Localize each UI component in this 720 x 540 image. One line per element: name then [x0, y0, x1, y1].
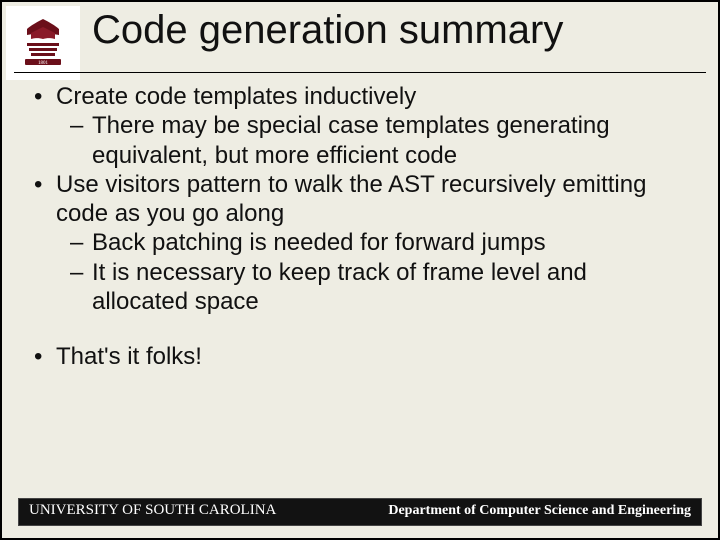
- bullet-3-text: That's it folks!: [56, 342, 202, 371]
- footer-university: UNIVERSITY OF SOUTH CAROLINA: [29, 502, 276, 519]
- slide-title: Code generation summary: [92, 8, 698, 53]
- bullet-marker: •: [34, 342, 56, 371]
- bullet-3: • That's it folks!: [34, 342, 688, 371]
- bullet-marker: •: [34, 170, 56, 229]
- dash-marker: –: [70, 111, 92, 170]
- footer-bar: UNIVERSITY OF SOUTH CAROLINA Department …: [18, 494, 702, 526]
- footer-department: Department of Computer Science and Engin…: [388, 503, 691, 519]
- bullet-marker: •: [34, 82, 56, 111]
- bullet-2-sub-1-text: Back patching is needed for forward jump…: [92, 228, 546, 257]
- bullet-1: • Create code templates inductively: [34, 82, 688, 111]
- bullet-2-sub-1: – Back patching is needed for forward ju…: [34, 228, 688, 257]
- footer-main: UNIVERSITY OF SOUTH CAROLINA Department …: [18, 498, 702, 526]
- university-seal-logo: 1801: [6, 6, 80, 80]
- bullet-2-sub-2-text: It is necessary to keep track of frame l…: [92, 258, 688, 317]
- bullet-1-sub-1: – There may be special case templates ge…: [34, 111, 688, 170]
- bullet-1-text: Create code templates inductively: [56, 82, 416, 111]
- bullet-1-sub-1-text: There may be special case templates gene…: [92, 111, 688, 170]
- bullet-2-sub-2: – It is necessary to keep track of frame…: [34, 258, 688, 317]
- slide: 1801 Code generation summary • Create co…: [0, 0, 720, 540]
- dash-marker: –: [70, 258, 92, 317]
- title-divider: [14, 72, 706, 73]
- bullet-2-text: Use visitors pattern to walk the AST rec…: [56, 170, 688, 229]
- slide-body: • Create code templates inductively – Th…: [34, 82, 688, 371]
- seal-icon: 1801: [13, 13, 73, 73]
- dash-marker: –: [70, 228, 92, 257]
- bullet-2: • Use visitors pattern to walk the AST r…: [34, 170, 688, 229]
- svg-text:1801: 1801: [38, 61, 49, 66]
